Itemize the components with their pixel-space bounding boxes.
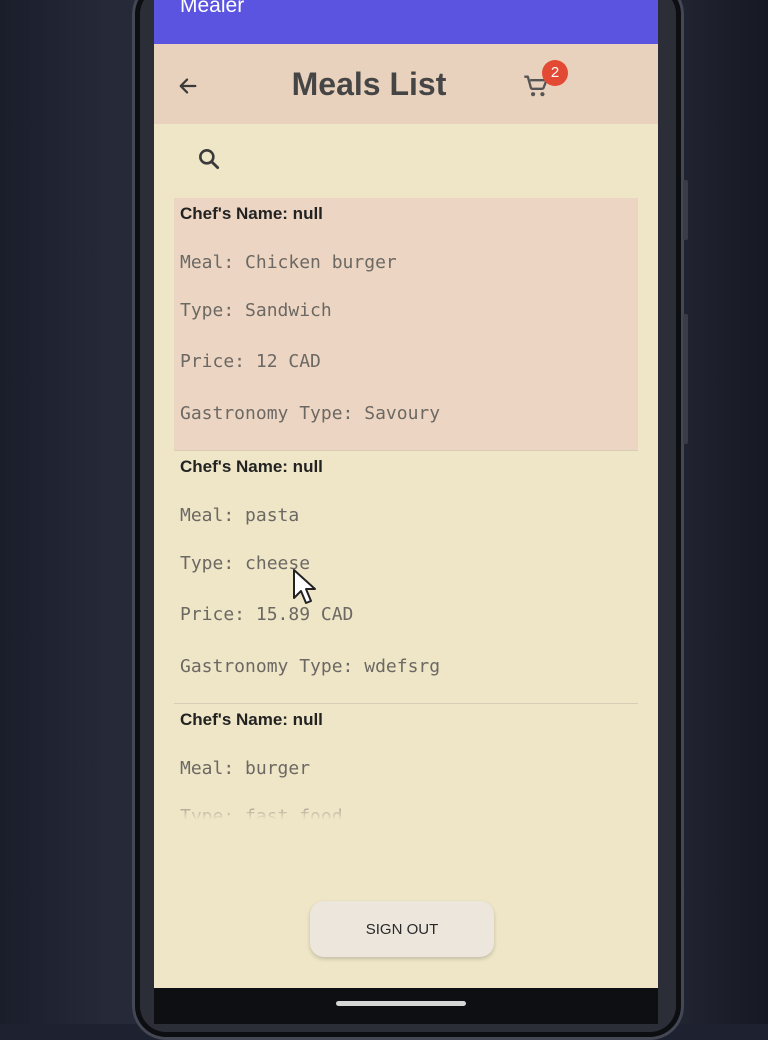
gastronomy-type: Gastronomy Type: Savoury bbox=[180, 403, 441, 424]
meal-price: Price: 15.89 CAD bbox=[180, 604, 354, 625]
meal-card[interactable]: Chef's Name: null Meal: pasta Type: chee… bbox=[174, 451, 638, 704]
meal-type: Type: Sandwich bbox=[180, 300, 332, 321]
gastronomy-type: Gastronomy Type: wdefsrg bbox=[180, 656, 441, 677]
system-navigation-bar bbox=[154, 988, 658, 1024]
app-title: Mealer bbox=[180, 0, 245, 17]
page-header: Meals List 2 bbox=[154, 44, 658, 124]
volume-button bbox=[683, 180, 688, 240]
meals-list[interactable]: Chef's Name: null Meal: Chicken burger T… bbox=[174, 198, 638, 820]
power-button bbox=[683, 314, 688, 444]
page-title: Meals List bbox=[291, 66, 447, 102]
search-button[interactable] bbox=[196, 146, 224, 174]
meal-name: Meal: Chicken burger bbox=[180, 252, 397, 273]
search-icon bbox=[199, 149, 220, 170]
sign-out-button[interactable]: SIGN OUT bbox=[310, 901, 494, 957]
list-fade bbox=[174, 796, 638, 820]
meal-price: Price: 12 CAD bbox=[180, 351, 321, 372]
meal-name: Meal: pasta bbox=[180, 505, 300, 526]
cart-count-badge: 2 bbox=[542, 60, 568, 86]
meal-name: Meal: burger bbox=[180, 758, 311, 779]
app-bar: Mealer bbox=[154, 0, 658, 44]
chef-name: Chef's Name: null bbox=[180, 710, 323, 729]
meal-card[interactable]: Chef's Name: null Meal: Chicken burger T… bbox=[174, 198, 638, 451]
chef-name: Chef's Name: null bbox=[180, 457, 323, 476]
meal-type: Type: cheese bbox=[180, 553, 311, 574]
home-indicator[interactable] bbox=[336, 1001, 466, 1006]
chef-name: Chef's Name: null bbox=[180, 204, 323, 223]
cart-button[interactable]: 2 bbox=[522, 60, 568, 108]
phone-screen: Mealer Meals List 2 Chef's Name: null Me… bbox=[154, 0, 658, 988]
